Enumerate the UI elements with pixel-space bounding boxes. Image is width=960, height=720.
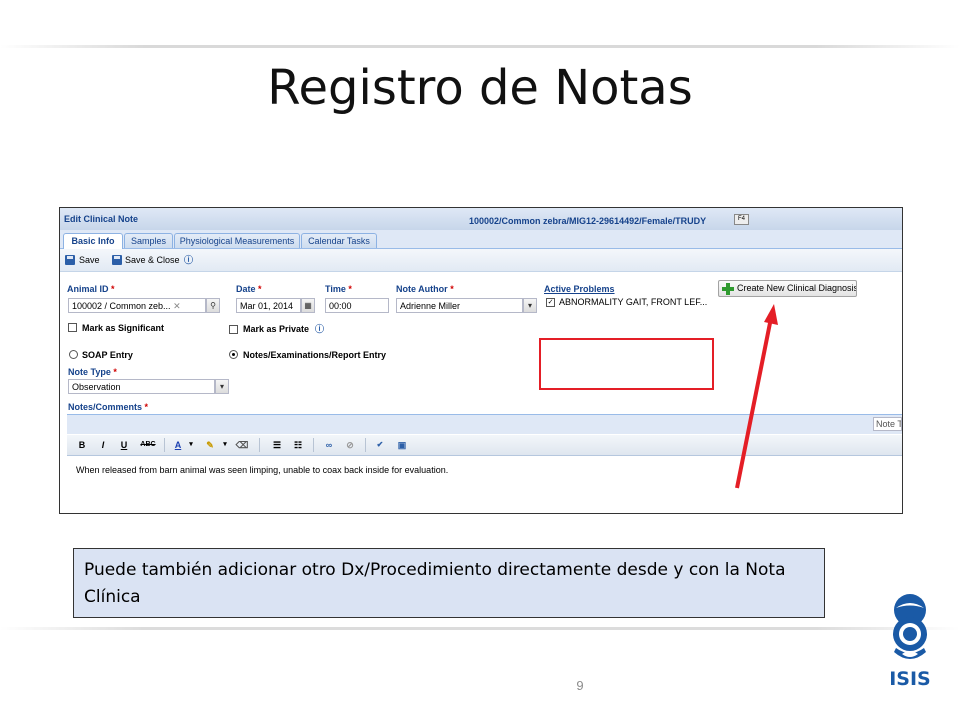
bottom-divider <box>0 627 960 630</box>
arrow-line <box>735 317 773 489</box>
isis-logo: ISIS <box>880 590 940 690</box>
page-number: 9 <box>576 678 584 693</box>
callout-box: Puede también adicionar otro Dx/Procedim… <box>73 548 825 618</box>
logo-text: ISIS <box>889 668 931 690</box>
isis-emblem-icon <box>893 594 927 659</box>
arrow-head <box>764 304 778 325</box>
